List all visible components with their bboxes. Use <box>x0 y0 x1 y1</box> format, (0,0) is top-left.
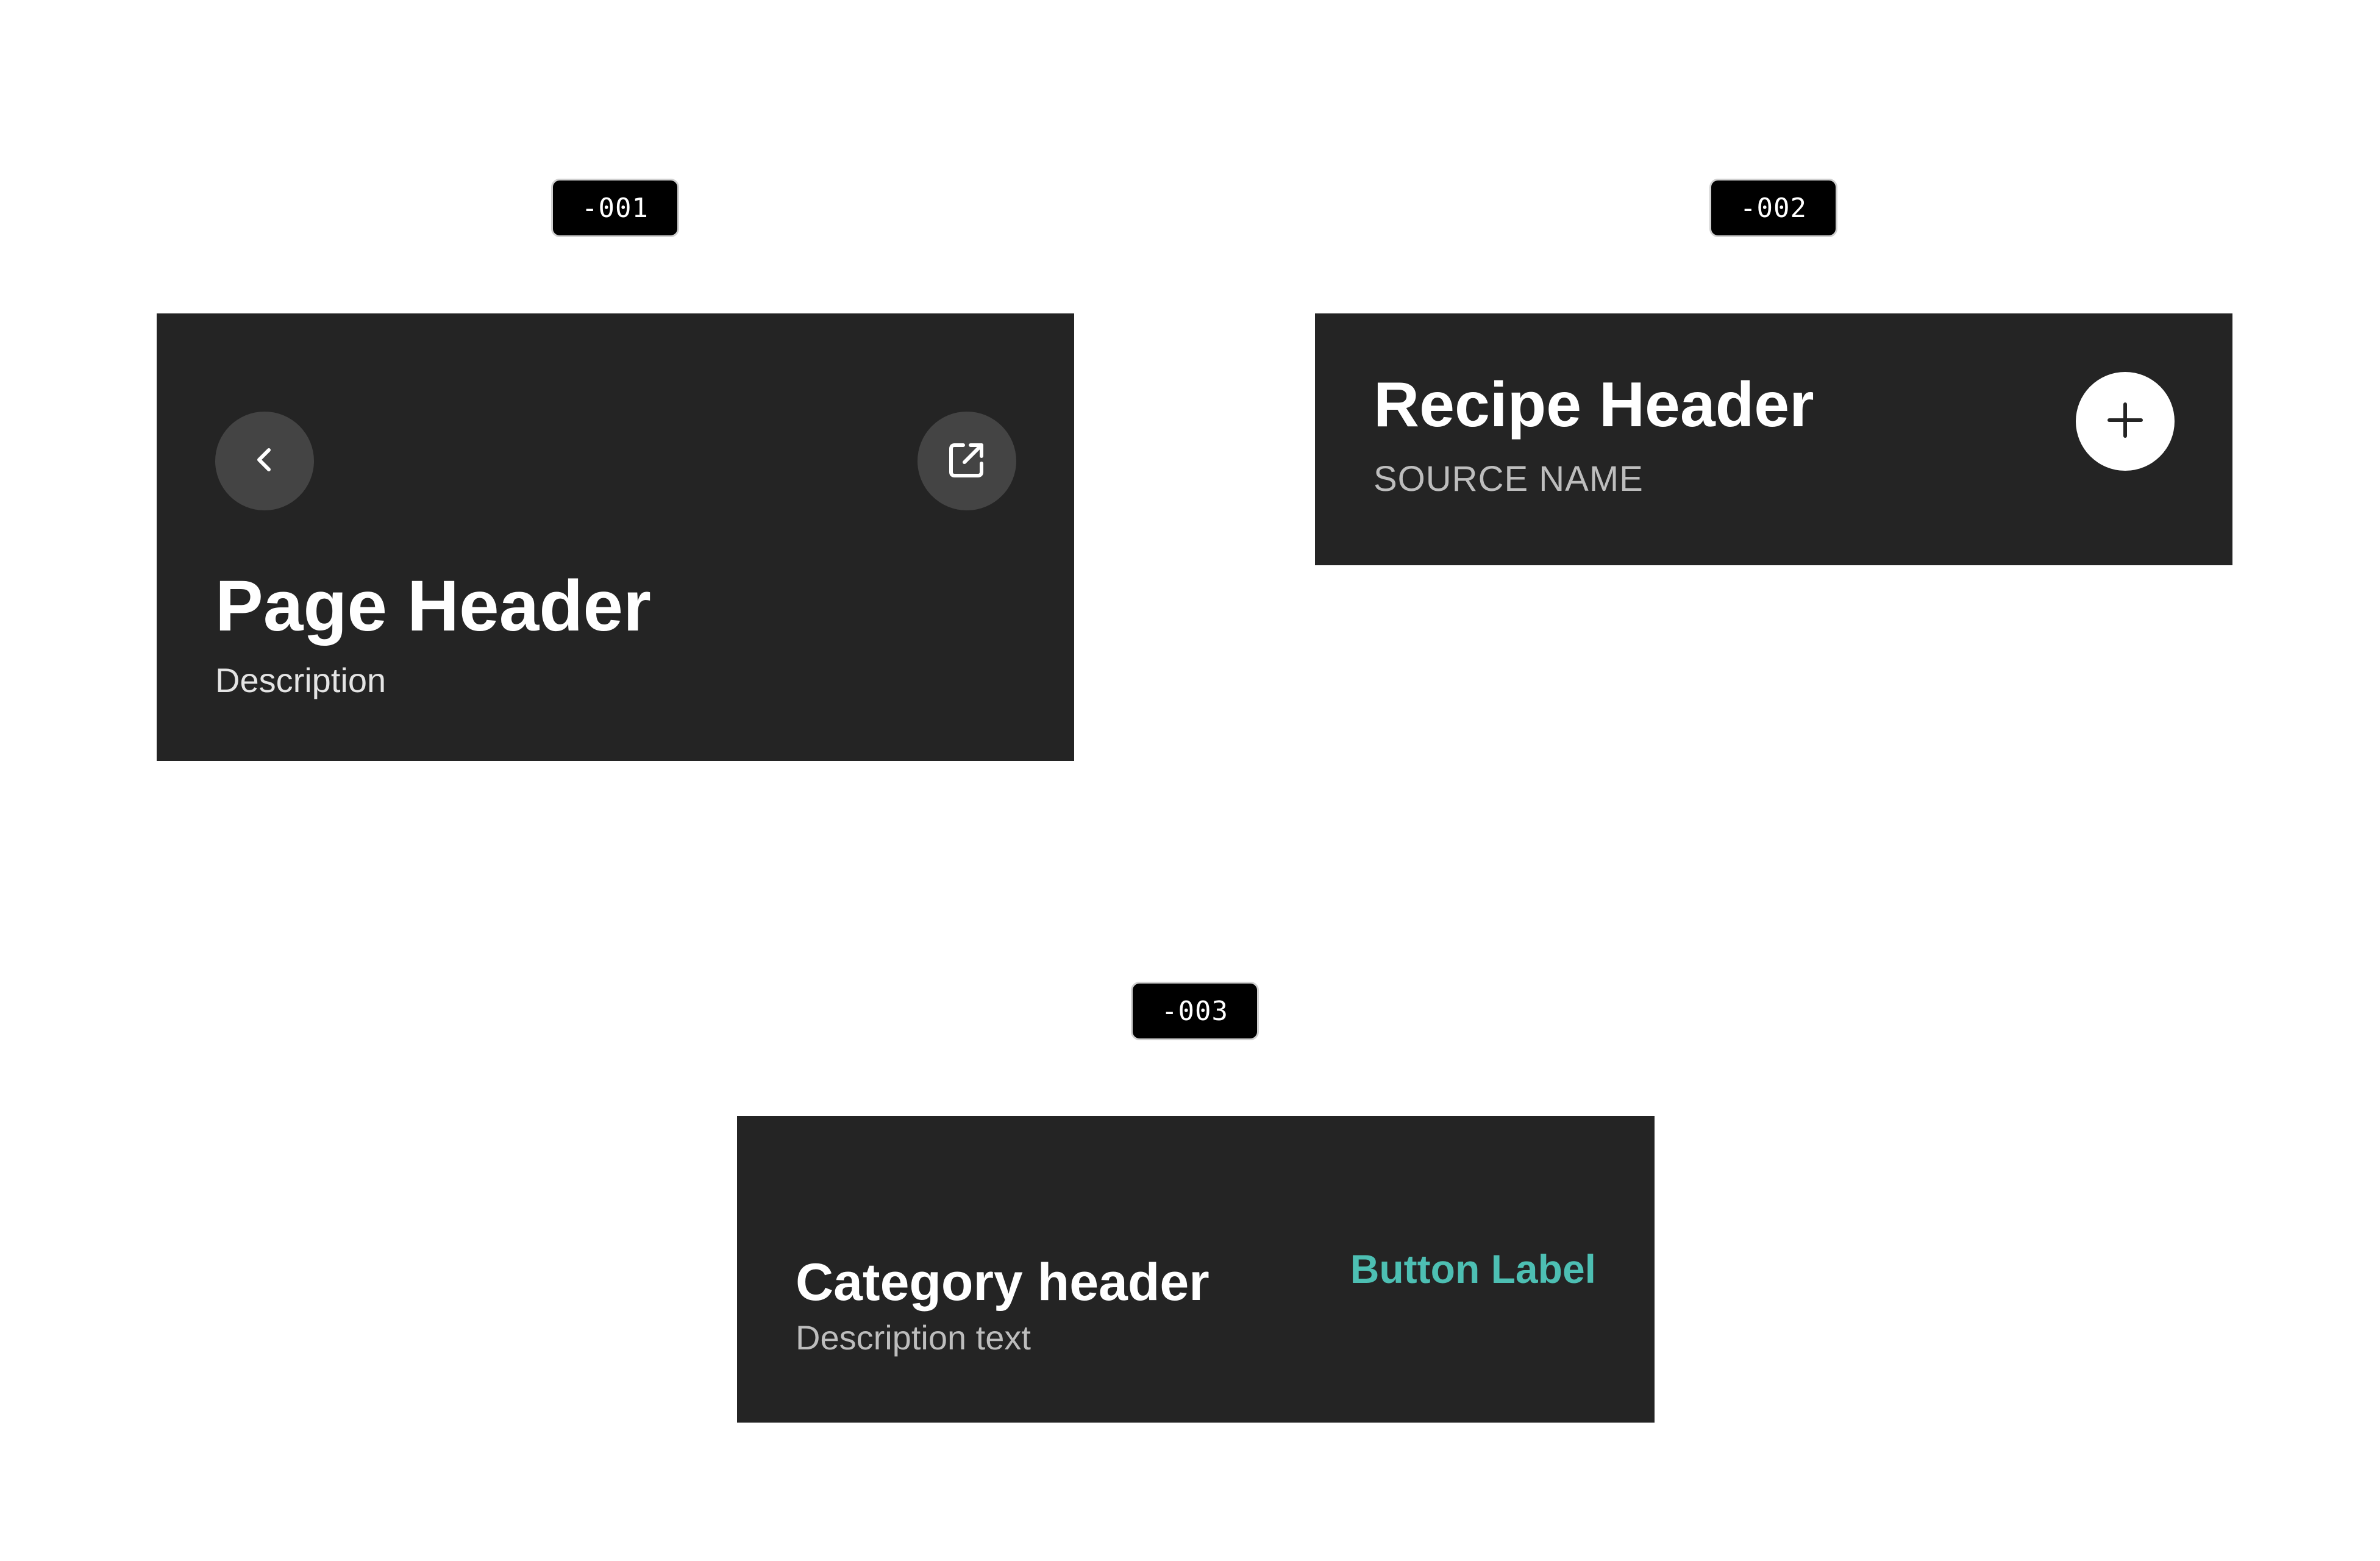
back-button[interactable] <box>215 412 314 510</box>
category-header-panel: Category header Description text Button … <box>737 1116 1655 1423</box>
share-button[interactable] <box>917 412 1016 510</box>
category-action-button[interactable]: Button Label <box>1350 1245 1596 1293</box>
chevron-left-icon <box>246 441 283 481</box>
source-name: SOURCE NAME <box>1373 459 1644 499</box>
variant-tag-003: -003 <box>1131 982 1259 1040</box>
plus-icon <box>2106 401 2145 443</box>
add-button[interactable] <box>2076 372 2175 471</box>
recipe-header-panel: Recipe Header SOURCE NAME <box>1315 313 2232 565</box>
category-description: Description text <box>796 1318 1031 1357</box>
page-header-panel: Page Header Description <box>157 313 1074 761</box>
variant-tag-001: -001 <box>551 179 679 237</box>
recipe-title: Recipe Header <box>1373 370 1814 440</box>
external-link-icon <box>944 437 990 486</box>
page-title: Page Header <box>215 566 651 646</box>
variant-tag-002: -002 <box>1709 179 1837 237</box>
page-description: Description <box>215 661 387 699</box>
category-title: Category header <box>796 1253 1210 1312</box>
